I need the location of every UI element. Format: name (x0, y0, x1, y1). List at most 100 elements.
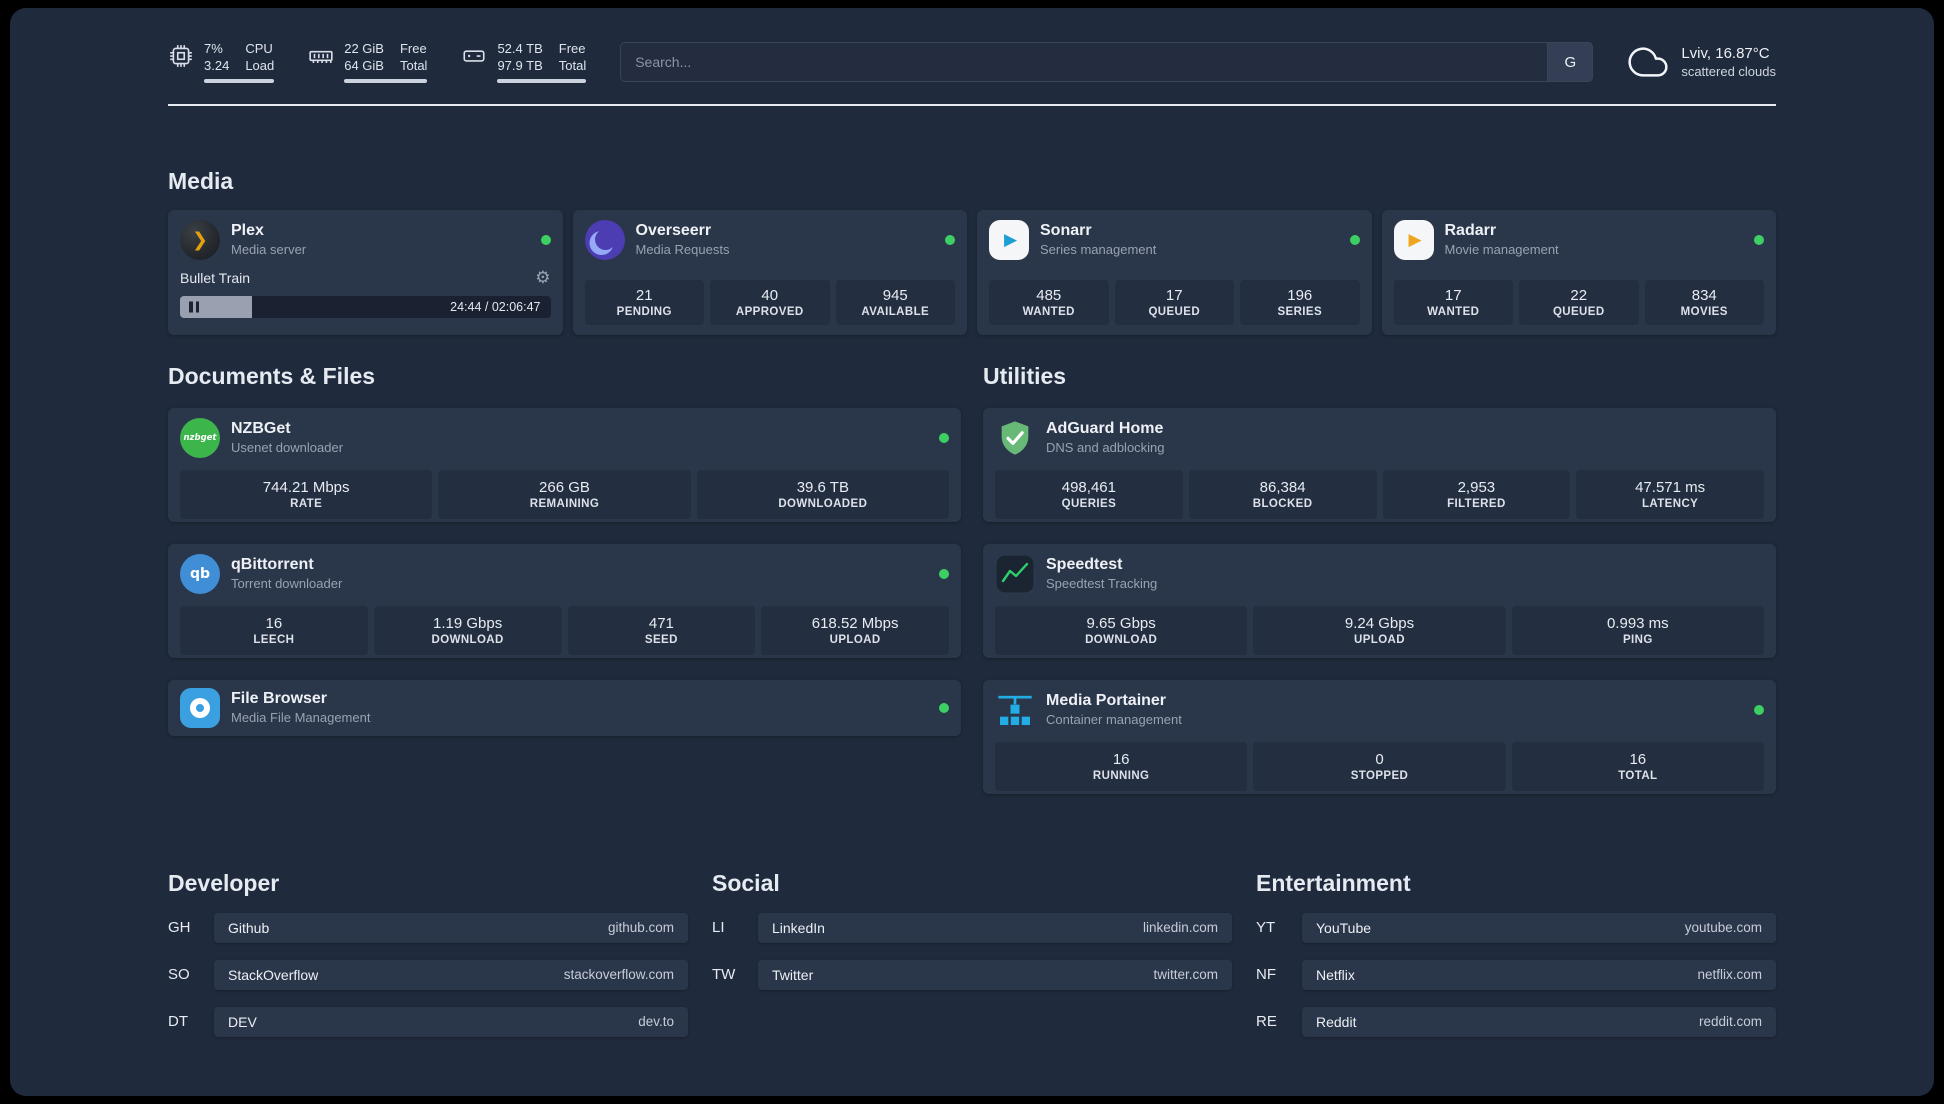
bookmark-twitter[interactable]: TW Twitter twitter.com (712, 959, 1232, 990)
bookmark-url: netflix.com (1697, 967, 1762, 982)
storage-free: 52.4 TB (497, 40, 543, 56)
bookmark-abbr: YT (1256, 919, 1276, 936)
adguard-shield-icon (995, 418, 1035, 458)
stat-wanted: 17 WANTED (1393, 279, 1513, 325)
app-card-adguard[interactable]: AdGuard Home DNS and adblocking 498,461 … (983, 407, 1776, 522)
app-description: Torrent downloader (231, 576, 343, 591)
search-input[interactable] (620, 42, 1594, 82)
app-name: Media Portainer (1046, 692, 1167, 709)
app-name: Sonarr (1040, 222, 1092, 239)
app-description: Media Requests (635, 242, 730, 257)
stat-stopped: 0 STOPPED (1253, 741, 1506, 791)
bookmark-netflix[interactable]: NF Netflix netflix.com (1256, 959, 1776, 990)
status-dot (540, 234, 551, 245)
section-title-media: Media (168, 167, 234, 194)
plex-icon: ❯ (180, 219, 220, 260)
app-card-filebrowser[interactable]: File Browser Media File Management (168, 679, 961, 736)
app-description: Movie management (1444, 242, 1559, 257)
app-name: Plex (231, 222, 264, 239)
app-name: qBittorrent (231, 556, 314, 573)
bookmark-url: reddit.com (1698, 1014, 1762, 1029)
stat-series: 196 SERIES (1240, 279, 1360, 325)
app-card-qbittorrent[interactable]: qb qBittorrent Torrent downloader 16 LEE… (168, 543, 961, 658)
status-dot (1754, 234, 1764, 245)
stat-leech: 16 LEECH (180, 605, 368, 655)
disk-icon (461, 43, 487, 69)
app-card-plex[interactable]: ❯ Plex Media server Bullet Train ⚙ 24:44… (168, 209, 563, 335)
storage-total: 97.9 TB (497, 57, 543, 73)
bookmark-reddit[interactable]: RE Reddit reddit.com (1256, 1006, 1776, 1037)
storage-usage-bar (497, 79, 587, 84)
cloud-icon (1627, 42, 1669, 82)
bookmark-name: LinkedIn (772, 919, 825, 936)
memory-free: 22 GiB (344, 40, 384, 56)
app-description: DNS and adblocking (1046, 440, 1165, 455)
bookmark-abbr: NF (1256, 966, 1276, 983)
search-bar: G (620, 42, 1594, 82)
bookmark-youtube[interactable]: YT YouTube youtube.com (1256, 912, 1776, 943)
app-name: AdGuard Home (1046, 420, 1164, 437)
cpu-usage-bar (204, 79, 275, 84)
top-bar: 7% 3.24 CPU Load 22 GiB 64 GiB Free Tota… (168, 38, 1776, 86)
app-card-overseerr[interactable]: Overseerr Media Requests 21 PENDING 40 A… (572, 209, 967, 335)
portainer-crane-icon (995, 690, 1035, 730)
memory-free-label: Free (399, 40, 427, 56)
stat-total: 16 TOTAL (1511, 741, 1764, 791)
gear-icon[interactable]: ⚙ (535, 268, 550, 288)
stat-pending: 21 PENDING (584, 279, 704, 325)
app-card-nzbget[interactable]: nzbget NZBGet Usenet downloader 744.21 M… (168, 407, 961, 522)
bookmark-url: linkedin.com (1142, 920, 1218, 935)
system-stats: 7% 3.24 CPU Load 22 GiB 64 GiB Free Tota… (168, 40, 587, 84)
developer-section: Developer GH Github github.com SO StackO… (168, 870, 688, 1037)
bookmark-abbr: TW (712, 966, 736, 983)
bookmark-name: YouTube (1316, 919, 1372, 936)
bookmark-abbr: GH (168, 919, 191, 936)
bookmark-name: Twitter (772, 966, 814, 983)
status-dot (945, 234, 955, 245)
stat-movies: 834 MOVIES (1644, 279, 1764, 325)
app-card-portainer[interactable]: Media Portainer Container management 16 … (983, 679, 1776, 794)
weather-condition: scattered clouds (1681, 64, 1776, 79)
search-engine-button[interactable]: G (1547, 42, 1594, 82)
stat-filtered: 2,953 FILTERED (1382, 469, 1571, 519)
app-description: Media File Management (231, 710, 371, 725)
bookmark-name: StackOverflow (228, 966, 319, 983)
stat-queued: 22 QUEUED (1519, 279, 1639, 325)
stat-blocked: 86,384 BLOCKED (1188, 469, 1377, 519)
storage-total-label: Total (558, 57, 587, 73)
section-title-documents: Documents & Files (168, 362, 376, 389)
pause-icon[interactable] (189, 301, 199, 312)
cpu-load-label: Load (245, 57, 275, 73)
weather-widget: Lviv, 16.87°C scattered clouds (1627, 42, 1776, 82)
memory-total-label: Total (399, 57, 428, 73)
now-playing-title: Bullet Train (180, 269, 251, 286)
bookmark-github[interactable]: GH Github github.com (168, 912, 688, 943)
app-card-radarr[interactable]: ▶ Radarr Movie management 17 WANTED 22 Q… (1381, 209, 1776, 335)
stat-approved: 40 APPROVED (710, 279, 830, 325)
cpu-widget: 7% 3.24 CPU Load (168, 41, 275, 84)
app-description: Usenet downloader (231, 440, 344, 455)
status-dot (939, 432, 949, 443)
documents-section: Documents & Files nzbget NZBGet Usenet d… (168, 363, 961, 736)
app-card-speedtest[interactable]: Speedtest Speedtest Tracking 9.65 Gbps D… (983, 543, 1776, 658)
bookmark-url: youtube.com (1684, 920, 1762, 935)
bookmark-dev[interactable]: DT DEV dev.to (168, 1006, 688, 1037)
stat-latency: 47.571 ms LATENCY (1576, 469, 1764, 519)
filebrowser-icon (180, 687, 220, 728)
stat-remaining: 266 GB REMAINING (438, 469, 691, 519)
header-divider (168, 104, 1776, 106)
dashboard: 7% 3.24 CPU Load 22 GiB 64 GiB Free Tota… (10, 8, 1934, 1096)
storage-free-label: Free (558, 40, 586, 56)
stat-download: 9.65 Gbps DOWNLOAD (995, 605, 1248, 655)
app-card-sonarr[interactable]: ▶ Sonarr Series management 485 WANTED 17 (977, 209, 1372, 335)
bookmark-url: dev.to (638, 1014, 674, 1029)
utilities-section: Utilities AdGuard Home DNS and adblockin… (983, 363, 1776, 794)
player-progress-bar[interactable]: 24:44 / 02:06:47 (180, 295, 551, 318)
section-title-utilities: Utilities (983, 362, 1067, 389)
plex-now-playing: Bullet Train ⚙ 24:44 / 02:06:47 (180, 268, 551, 318)
app-description: Speedtest Tracking (1046, 576, 1158, 591)
stat-downloaded: 39.6 TB DOWNLOADED (696, 469, 949, 519)
bookmark-stackoverflow[interactable]: SO StackOverflow stackoverflow.com (168, 959, 688, 990)
bookmark-linkedin[interactable]: LI LinkedIn linkedin.com (712, 912, 1232, 943)
nzbget-icon: nzbget (180, 417, 220, 458)
